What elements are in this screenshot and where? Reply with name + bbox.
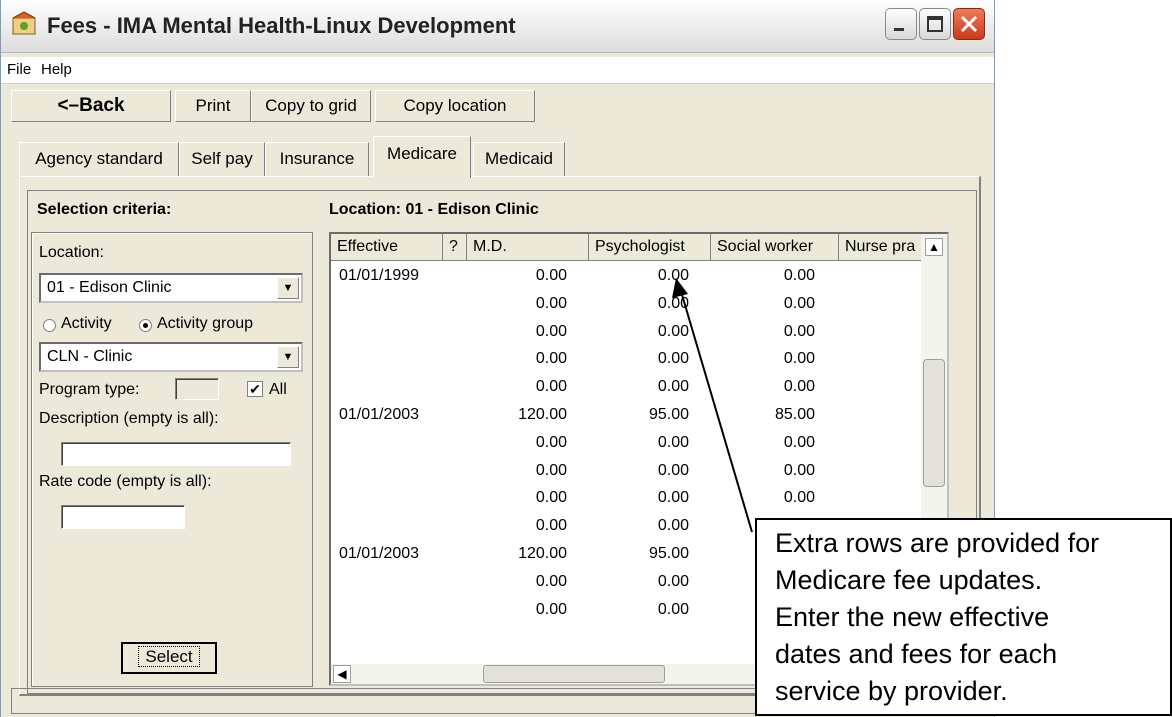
callout-line: Extra rows are provided for xyxy=(775,528,1100,558)
callout-line: service by provider. xyxy=(775,676,1008,706)
tab-medicare[interactable]: Medicare xyxy=(373,136,471,178)
callout-line: Medicare fee updates. xyxy=(775,565,1043,595)
callout-note: Extra rows are provided for Medicare fee… xyxy=(755,518,1172,716)
callout-line: dates and fees for each xyxy=(775,639,1058,669)
callout-line: Enter the new effective xyxy=(775,602,1050,632)
